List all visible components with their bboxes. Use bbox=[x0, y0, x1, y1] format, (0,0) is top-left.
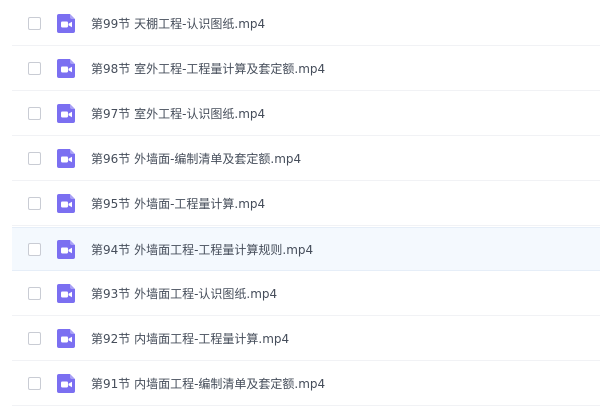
file-name[interactable]: 第98节 室外工程-工程量计算及套定额.mp4 bbox=[91, 60, 325, 77]
row-checkbox[interactable] bbox=[28, 152, 41, 165]
video-file-icon bbox=[56, 373, 77, 394]
video-file-icon bbox=[56, 239, 77, 260]
row-checkbox[interactable] bbox=[28, 62, 41, 75]
row-checkbox[interactable] bbox=[28, 377, 41, 390]
video-file-icon bbox=[56, 328, 77, 349]
row-checkbox[interactable] bbox=[28, 242, 41, 256]
file-row[interactable]: 第99节 天棚工程-认识图纸.mp4 bbox=[12, 2, 600, 46]
file-row[interactable]: 第95节 外墙面-工程量计算.mp4 bbox=[12, 182, 600, 226]
video-file-icon bbox=[56, 193, 77, 214]
file-name[interactable]: 第96节 外墙面-编制清单及套定额.mp4 bbox=[91, 150, 301, 167]
video-file-icon bbox=[56, 283, 77, 304]
file-name[interactable]: 第94节 外墙面工程-工程量计算规则.mp4 bbox=[91, 241, 313, 258]
file-name[interactable]: 第92节 内墙面工程-工程量计算.mp4 bbox=[91, 330, 289, 347]
file-name[interactable]: 第91节 内墙面工程-编制清单及套定额.mp4 bbox=[91, 375, 325, 392]
row-checkbox[interactable] bbox=[28, 17, 41, 30]
file-list: 第99节 天棚工程-认识图纸.mp4 第98节 室外工程-工程量计算及套定额.m… bbox=[0, 0, 600, 415]
file-name[interactable]: 第93节 外墙面工程-认识图纸.mp4 bbox=[91, 285, 277, 302]
file-name[interactable]: 第99节 天棚工程-认识图纸.mp4 bbox=[91, 15, 265, 32]
row-checkbox[interactable] bbox=[28, 287, 41, 300]
file-row[interactable]: 第98节 室外工程-工程量计算及套定额.mp4 bbox=[12, 47, 600, 91]
file-row[interactable]: 第94节 外墙面工程-工程量计算规则.mp4 bbox=[12, 227, 600, 271]
file-name[interactable]: 第95节 外墙面-工程量计算.mp4 bbox=[91, 195, 265, 212]
video-file-icon bbox=[56, 148, 77, 169]
video-file-icon bbox=[56, 103, 77, 124]
video-file-icon bbox=[56, 13, 77, 34]
row-checkbox[interactable] bbox=[28, 332, 41, 345]
video-file-icon bbox=[56, 58, 77, 79]
file-row[interactable]: 第96节 外墙面-编制清单及套定额.mp4 bbox=[12, 137, 600, 181]
file-row[interactable]: 第93节 外墙面工程-认识图纸.mp4 bbox=[12, 272, 600, 316]
row-checkbox[interactable] bbox=[28, 107, 41, 120]
row-checkbox[interactable] bbox=[28, 197, 41, 210]
file-name[interactable]: 第97节 室外工程-认识图纸.mp4 bbox=[91, 105, 265, 122]
file-row[interactable]: 第92节 内墙面工程-工程量计算.mp4 bbox=[12, 317, 600, 361]
file-row[interactable]: 第97节 室外工程-认识图纸.mp4 bbox=[12, 92, 600, 136]
file-row[interactable]: 第91节 内墙面工程-编制清单及套定额.mp4 bbox=[12, 362, 600, 406]
